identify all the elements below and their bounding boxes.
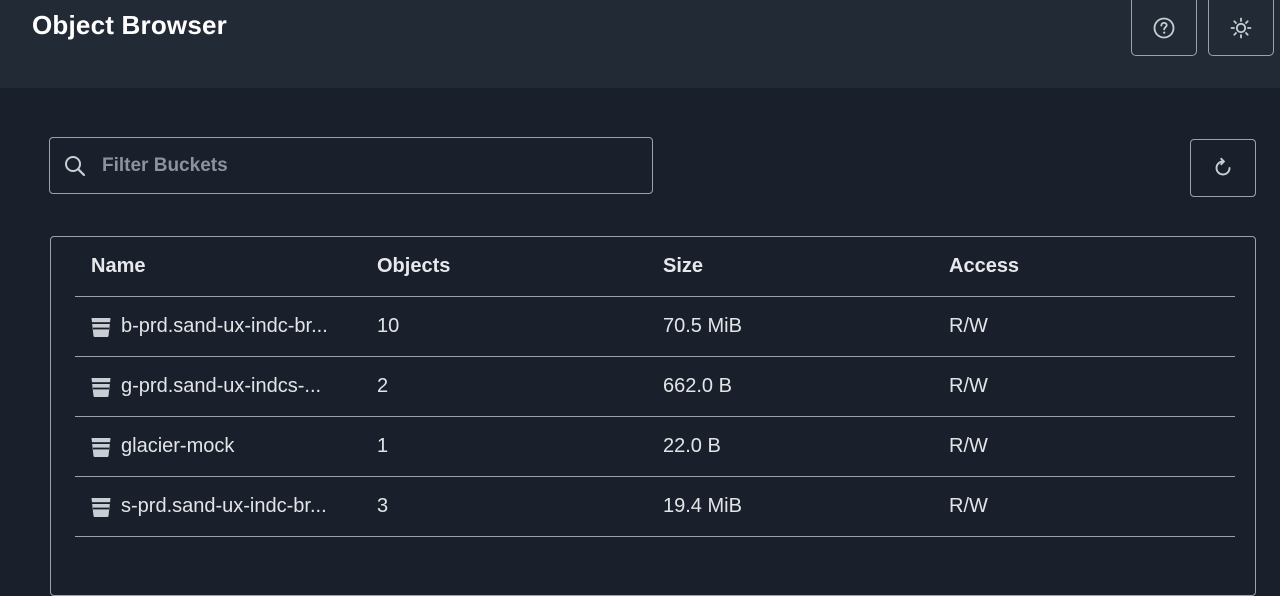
bucket-name: glacier-mock (121, 435, 235, 457)
refresh-icon (1215, 157, 1231, 176)
access-mode: R/W (949, 315, 988, 337)
bucket-name: b-prd.sand-ux-indc-br... (121, 315, 328, 337)
objects-count: 2 (377, 375, 389, 397)
column-header-size[interactable]: Size (663, 255, 703, 278)
bucket-icon (91, 378, 111, 397)
bucket-name: s-prd.sand-ux-indc-br... (121, 495, 327, 517)
bucket-size: 22.0 B (663, 435, 721, 457)
bucket-icon (91, 438, 111, 457)
buckets-table: Name Objects Size Access b-prd.sand-ux-i… (50, 236, 1256, 596)
bucket-name: g-prd.sand-ux-indcs-... (121, 375, 322, 397)
objects-count: 1 (377, 435, 389, 457)
search-input[interactable] (102, 138, 642, 193)
access-mode: R/W (949, 495, 988, 517)
app-header: Object Browser (0, 0, 1280, 88)
refresh-button[interactable] (1190, 139, 1256, 197)
bucket-icon (91, 318, 111, 337)
column-header-objects[interactable]: Objects (377, 255, 450, 278)
help-button[interactable] (1131, 0, 1197, 56)
search-icon (65, 156, 86, 177)
column-header-access[interactable]: Access (949, 255, 1019, 278)
table-header: Name Objects Size Access (75, 237, 1235, 297)
help-circle-icon (1153, 17, 1175, 38)
bucket-icon (91, 498, 111, 517)
filter-buckets-field[interactable] (49, 137, 653, 194)
column-header-name[interactable]: Name (91, 255, 145, 278)
table-row[interactable]: glacier-mock 1 22.0 B R/W (75, 417, 1235, 477)
app-title: Object Browser (32, 10, 227, 40)
access-mode: R/W (949, 375, 988, 397)
theme-toggle-button[interactable] (1208, 0, 1274, 56)
bucket-size: 70.5 MiB (663, 315, 742, 337)
table-row[interactable]: b-prd.sand-ux-indc-br... 10 70.5 MiB R/W (75, 297, 1235, 357)
bucket-size: 662.0 B (663, 375, 732, 397)
access-mode: R/W (949, 435, 988, 457)
bucket-size: 19.4 MiB (663, 495, 742, 517)
table-row[interactable]: g-prd.sand-ux-indcs-... 2 662.0 B R/W (75, 357, 1235, 417)
sun-icon (1230, 17, 1252, 38)
table-row[interactable]: s-prd.sand-ux-indc-br... 3 19.4 MiB R/W (75, 477, 1235, 537)
objects-count: 10 (377, 315, 400, 337)
objects-count: 3 (377, 495, 389, 517)
